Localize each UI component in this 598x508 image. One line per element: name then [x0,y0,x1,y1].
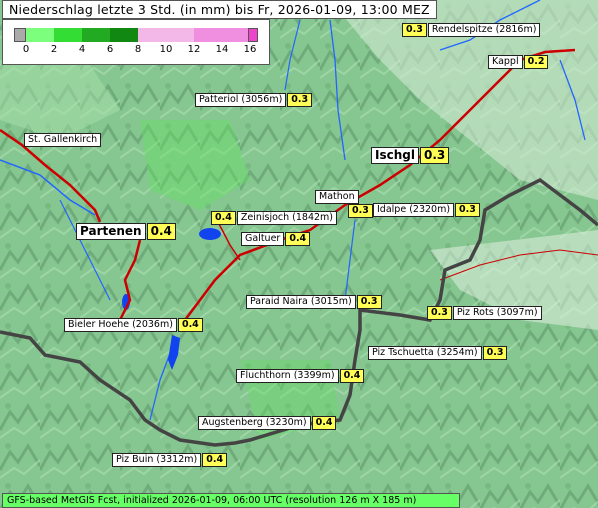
place-rendelspitze[interactable]: 0.3 Rendelspitze (2816m) [402,23,541,37]
place-name: Galtuer [241,232,285,246]
terrain-layer [0,0,598,508]
place-name: Piz Buin (3312m) [112,453,202,467]
precipitation-legend: 0 2 4 6 8 10 12 14 16 [2,19,270,65]
place-name: Idalpe (2320m) [373,203,455,217]
precipitation-map[interactable]: Niederschlag letzte 3 Std. (in mm) bis F… [0,0,598,508]
legend-tick: 2 [50,44,58,55]
legend-swatch-2-4 [54,28,82,42]
legend-color-bar [14,28,258,42]
legend-tick: 4 [78,44,86,55]
place-name: Ischgl [371,147,419,164]
legend-swatch-6-8 [110,28,138,42]
legend-swatch-below [14,28,26,42]
place-value: 0.4 [285,232,311,246]
place-partenen[interactable]: Partenen 0.4 [76,223,176,240]
place-value: 0.4 [177,318,203,332]
place-value: 0.4 [339,369,365,383]
place-ischgl[interactable]: Ischgl 0.3 [371,147,450,164]
place-paraid-naira[interactable]: Paraid Naira (3015m) 0.3 [246,295,382,309]
place-fluchthorn[interactable]: Fluchthorn (3399m) 0.4 [236,369,365,383]
place-value: 0.3 [482,346,508,360]
place-name: Partenen [76,223,146,240]
legend-tick: 16 [243,44,257,55]
legend-tick: 0 [22,44,30,55]
place-value: 0.3 [356,295,382,309]
legend-swatch-12-16 [194,28,250,42]
place-augstenberg[interactable]: Augstenberg (3230m) 0.4 [198,416,337,430]
legend-swatch-above [248,28,258,42]
place-value: 0.4 [311,416,337,430]
place-name: Patteriol (3056m) [195,93,287,107]
place-value: 0.3 [419,147,450,164]
place-mathon[interactable]: Mathon [315,190,359,204]
place-value: 0.3 [287,93,313,107]
place-value: 0.2 [523,55,549,69]
place-value: 0.3 [455,203,480,217]
place-name: Mathon [315,190,359,204]
legend-tick: 6 [106,44,114,55]
place-galtuer[interactable]: Galtuer 0.4 [241,232,311,246]
place-piz-rots[interactable]: 0.3 Piz Rots (3097m) [427,306,542,320]
place-kappl[interactable]: Kappl 0.2 [488,55,549,69]
place-piz-tschuetta[interactable]: Piz Tschuetta (3254m) 0.3 [368,346,508,360]
legend-swatch-4-6 [82,28,110,42]
place-value: 0.4 [211,211,236,225]
place-name: Bieler Hoehe (2036m) [64,318,177,332]
place-name: Kappl [488,55,523,69]
place-name: Rendelspitze (2816m) [427,23,541,37]
legend-tick: 8 [134,44,142,55]
place-value: 0.3 [402,23,427,37]
place-zeinisjoch[interactable]: 0.4 Zeinisjoch (1842m) [211,211,338,225]
forecast-footer: GFS-based MetGIS Fcst, initialized 2026-… [2,493,460,508]
lake [199,228,221,240]
place-piz-buin[interactable]: Piz Buin (3312m) 0.4 [112,453,228,467]
place-name: Paraid Naira (3015m) [246,295,356,309]
place-mathon-value[interactable]: 0.3 [348,204,373,218]
legend-swatch-0-2 [26,28,54,42]
legend-tick: 12 [187,44,201,55]
legend-tick: 10 [159,44,173,55]
place-idalpe[interactable]: Idalpe (2320m) 0.3 [373,203,480,217]
legend-swatch-8-12 [138,28,194,42]
place-patteriol[interactable]: Patteriol (3056m) 0.3 [195,93,313,107]
place-name: Zeinisjoch (1842m) [236,211,338,225]
place-value: 0.3 [427,306,452,320]
place-name: Augstenberg (3230m) [198,416,311,430]
place-name: St. Gallenkirch [24,133,102,147]
place-bieler-hoehe[interactable]: Bieler Hoehe (2036m) 0.4 [64,318,203,332]
place-st-gallenkirch[interactable]: St. Gallenkirch [24,133,102,147]
place-value: 0.3 [348,204,373,218]
place-name: Fluchthorn (3399m) [236,369,339,383]
place-value: 0.4 [146,223,176,240]
place-value: 0.4 [202,453,228,467]
place-name: Piz Tschuetta (3254m) [368,346,482,360]
place-name: Piz Rots (3097m) [452,306,542,320]
legend-tick: 14 [215,44,229,55]
map-title: Niederschlag letzte 3 Std. (in mm) bis F… [2,0,437,19]
